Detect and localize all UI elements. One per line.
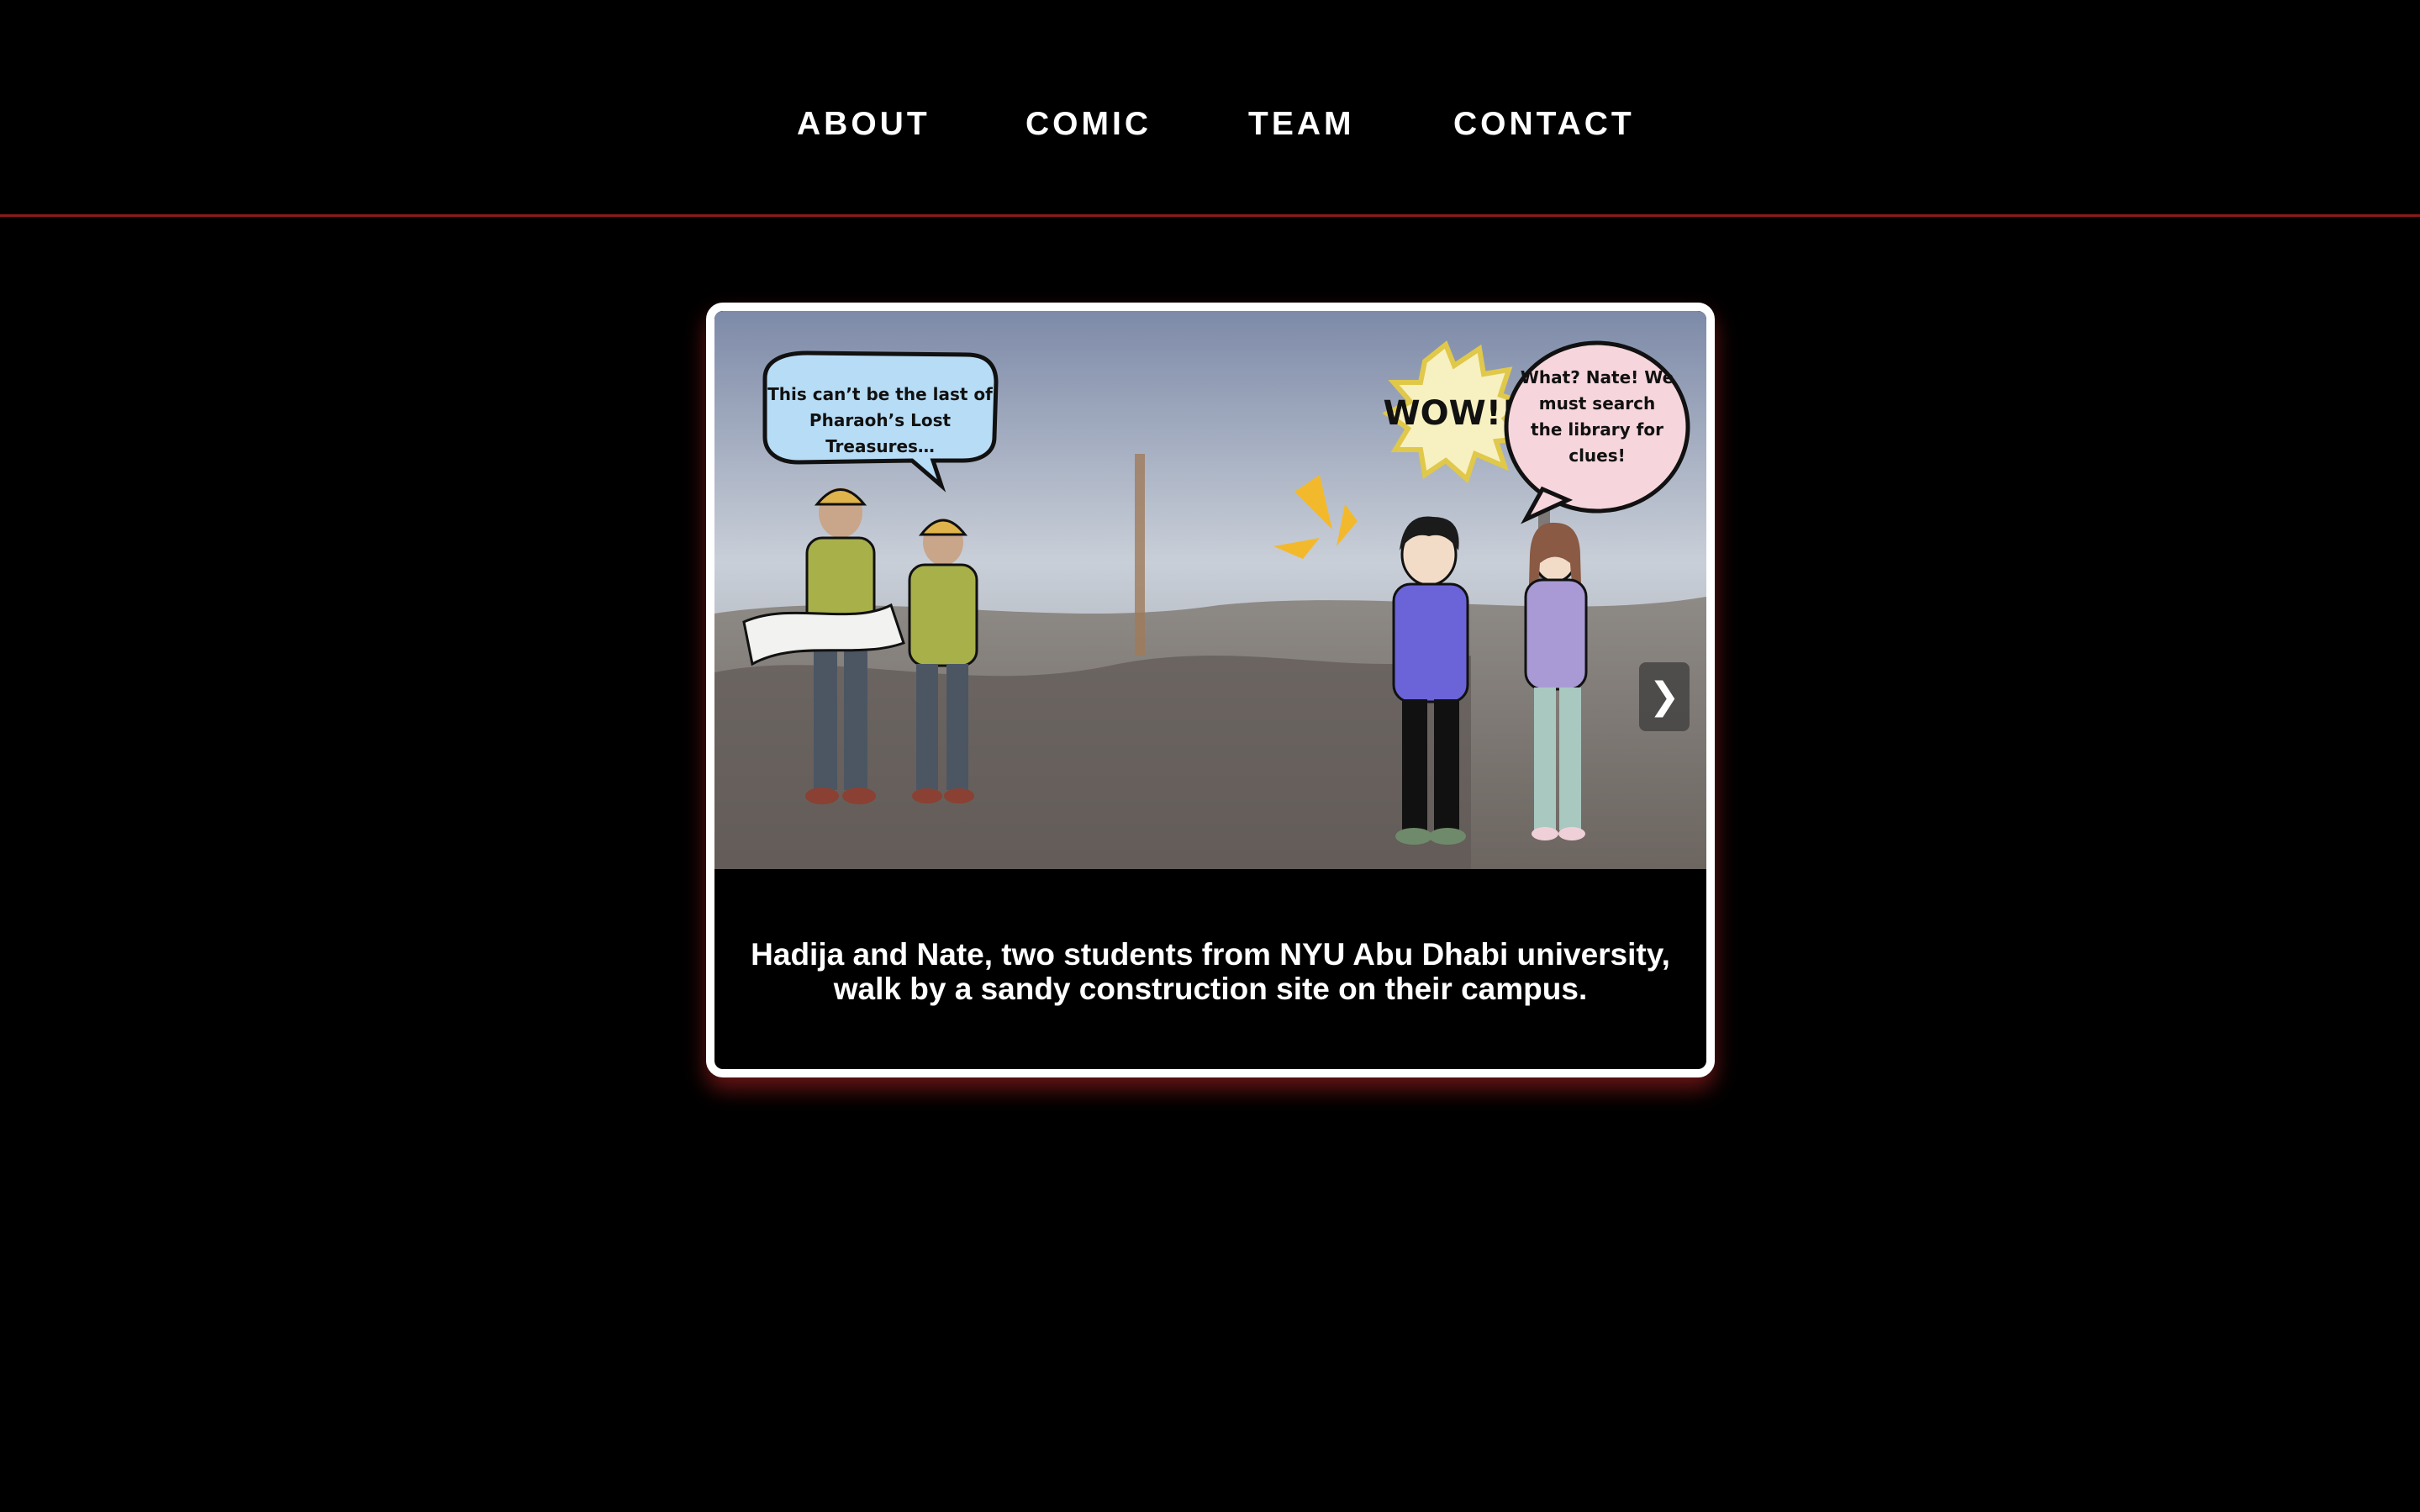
- nav-link-contact[interactable]: CONTACT: [1453, 104, 1635, 145]
- crane-pole: [1135, 454, 1145, 656]
- bubble-left-line2: Pharaoh’s Lost: [809, 410, 952, 430]
- comic-panel-image: This can’t be the last of Pharaoh’s Lost…: [714, 311, 1706, 869]
- top-nav: ABOUT COMIC TEAM CONTACT: [0, 0, 2420, 217]
- comic-card: This can’t be the last of Pharaoh’s Lost…: [706, 303, 1715, 1077]
- bubble-right-line4: clues!: [1569, 445, 1626, 466]
- bubble-right-line2: must search: [1539, 393, 1655, 414]
- character-hadija: [1524, 522, 1588, 840]
- comic-caption: Hadija and Nate, two students from NYU A…: [751, 937, 1670, 1006]
- next-slide-button[interactable]: ❯: [1639, 662, 1690, 731]
- nav-link-comic[interactable]: COMIC: [1025, 104, 1152, 145]
- nav-link-team[interactable]: TEAM: [1248, 104, 1355, 145]
- comic-slide: This can’t be the last of Pharaoh’s Lost…: [714, 311, 1706, 869]
- nav-link-about[interactable]: ABOUT: [797, 104, 931, 145]
- bubble-left-line1: This can’t be the last of: [767, 384, 993, 404]
- bubble-left-line3: Treasures…: [825, 436, 935, 456]
- bubble-right-line1: What? Nate! We: [1521, 367, 1674, 387]
- bubble-right-line3: the library for: [1531, 419, 1663, 440]
